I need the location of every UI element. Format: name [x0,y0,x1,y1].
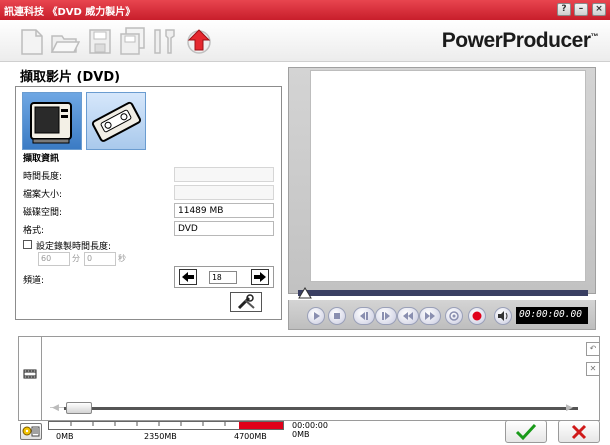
capacity-overflow-zone [239,422,283,429]
duration-minutes-input[interactable]: 60 [38,252,70,266]
snapshot-icon [449,311,459,321]
duration-field [174,167,274,182]
channel-label: 頻道: [23,276,45,286]
save-as-icon[interactable] [118,26,146,56]
close-icon [571,424,587,440]
disc-settings-icon [22,426,40,437]
arrow-left-icon [182,272,194,282]
next-frame-button[interactable] [375,307,397,325]
title-bar: 訊連科技 《DVD 威力製片》 ? – × [0,0,610,20]
channel-input[interactable]: 18 [209,271,237,284]
capture-info-heading: 擷取資訊 [23,154,60,164]
vcr-capture-button[interactable] [86,92,146,150]
scroll-right-icon[interactable]: ▶ [566,403,573,413]
open-folder-icon[interactable] [50,26,81,56]
page-title: 擷取影片 (DVD) [20,70,121,85]
prev-frame-button[interactable] [353,307,375,325]
disc-capacity-bar [48,421,284,430]
tv-capture-button[interactable] [22,92,82,150]
rewind-icon [403,312,413,320]
cancel-button[interactable] [558,420,600,443]
close-button[interactable]: × [592,3,606,16]
seek-thumb[interactable] [298,287,312,299]
file-size-field [174,185,274,200]
channel-prev-button[interactable] [179,269,197,285]
play-button[interactable] [307,307,325,325]
snapshot-button[interactable] [445,307,463,325]
channel-next-button[interactable] [251,269,269,285]
checkmark-icon [515,423,537,441]
brand-logo: PowerProducer™ [441,29,599,52]
used-time: 00:00:00 [292,421,328,430]
mute-button[interactable] [494,307,512,325]
vcr-capture-icon [91,101,142,142]
scroll-left-icon[interactable]: ◀ [52,403,59,413]
tv-capture-icon [30,102,72,144]
disk-space-label: 磁碟空間: [23,208,63,218]
undo-icon: ↶ [589,344,597,353]
film-strip-icon [23,369,37,379]
tuner-settings-button[interactable] [230,292,262,312]
seek-thumb-icon [298,287,312,299]
prev-frame-icon [360,312,368,320]
stop-icon [334,313,340,319]
set-duration-label: 設定錄製時間長度: [36,242,112,252]
duration-label: 時間長度: [23,172,63,182]
delete-button[interactable]: ✕ [586,362,600,376]
format-label: 格式: [23,226,45,236]
help-button[interactable]: ? [557,3,571,16]
disk-space-field: 11489 MB [174,203,274,218]
minutes-unit: 分 [72,254,80,263]
arrow-right-icon [254,272,266,282]
trash-icon: ✕ [589,364,597,373]
capacity-label-1: 2350MB [144,432,177,441]
settings-icon[interactable] [150,26,178,56]
undo-button[interactable]: ↶ [586,342,600,356]
used-size: 0MB [292,430,310,439]
capture-panel: 擷取資訊 時間長度: 檔案大小: 磁碟空間: 11489 MB 格式: DVD … [15,86,282,320]
tools-icon [237,294,255,310]
format-field: DVD [174,221,274,236]
rewind-button[interactable] [397,307,419,325]
preview-screen [310,70,586,282]
record-button[interactable] [468,307,486,325]
seek-bar[interactable] [298,290,588,296]
capacity-label-2: 4700MB [234,432,267,441]
record-icon [472,311,482,321]
timeline-track-header [18,336,42,421]
timeline-scroll-bar[interactable] [64,407,578,410]
new-page-icon[interactable] [18,26,46,56]
set-duration-checkbox[interactable] [23,240,32,249]
seconds-unit: 秒 [118,254,126,263]
play-icon [314,312,320,320]
ok-button[interactable] [505,420,547,443]
fast-forward-icon [425,312,435,320]
window-title: 訊連科技 《DVD 威力製片》 [4,7,136,18]
file-size-label: 檔案大小: [23,190,63,200]
used-space-readout: 00:00:00 0MB [292,421,328,439]
save-icon[interactable] [86,26,114,56]
fast-forward-button[interactable] [419,307,441,325]
capacity-label-0: 0MB [56,432,74,441]
channel-selector: 18 [174,266,274,288]
timecode-display: 00:00:00.00 [516,307,588,324]
upgrade-icon[interactable] [184,26,212,56]
speaker-icon [498,311,508,321]
timeline-scroll-thumb[interactable] [66,402,92,414]
stop-button[interactable] [328,307,346,325]
next-frame-icon [382,312,390,320]
toolbar: PowerProducer™ [0,20,610,62]
duration-seconds-input[interactable]: 0 [84,252,116,266]
disc-settings-button[interactable] [20,423,42,440]
minimize-button[interactable]: – [574,3,588,16]
